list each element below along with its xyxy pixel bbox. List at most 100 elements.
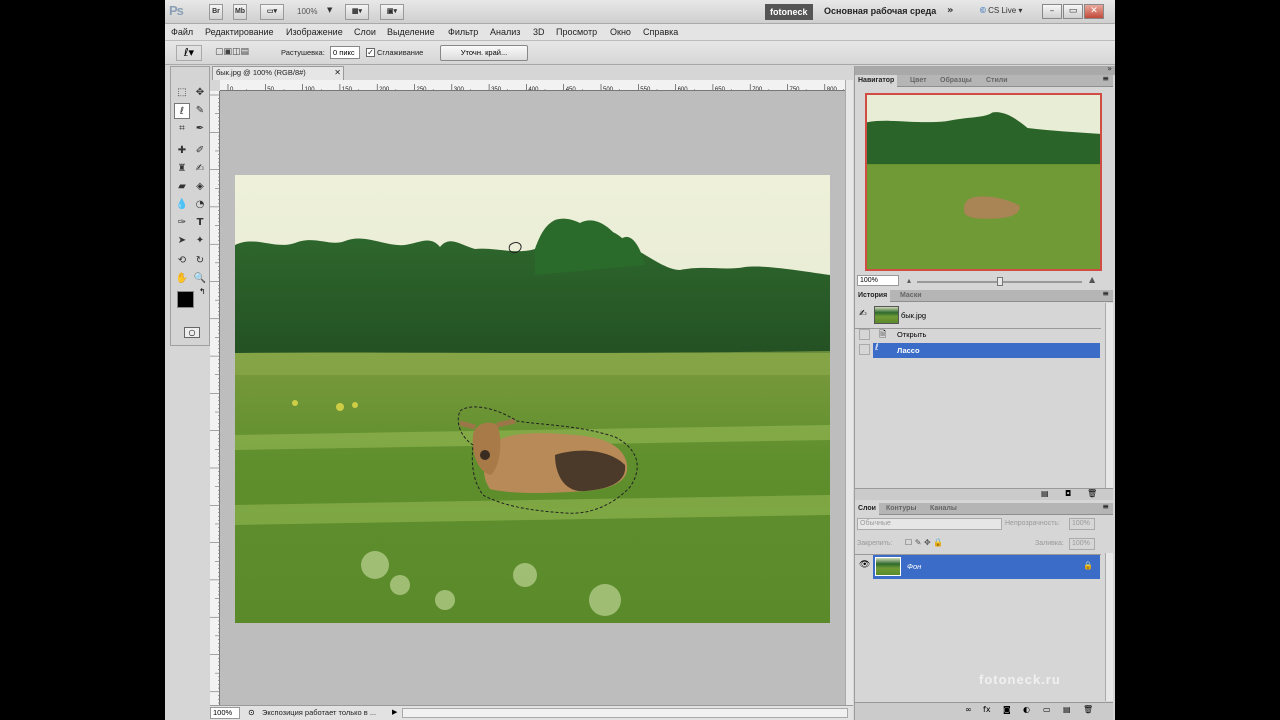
snapshot-icon[interactable]: ◘ bbox=[1065, 489, 1071, 498]
menu-file[interactable]: Файл bbox=[171, 27, 193, 37]
brush-tool-icon[interactable]: ✐ bbox=[192, 143, 208, 159]
hand-tool-icon[interactable]: ✋ bbox=[174, 271, 190, 287]
zoom-level[interactable]: 100% bbox=[297, 7, 317, 16]
panel-menu-icon[interactable]: ≡ bbox=[1102, 289, 1109, 298]
refine-edge-button[interactable]: Уточн. край... bbox=[440, 45, 528, 61]
collapse-icon[interactable]: » bbox=[1107, 64, 1112, 73]
navigator-thumbnail[interactable] bbox=[865, 93, 1102, 271]
arrange-documents-button[interactable]: ▦▾ bbox=[345, 4, 369, 20]
slider-handle[interactable] bbox=[997, 277, 1003, 286]
panel-menu-icon[interactable]: ≡ bbox=[1102, 502, 1109, 511]
chevron-down-icon[interactable]: ▼ bbox=[327, 6, 332, 14]
status-zoom-field[interactable]: 100% bbox=[210, 707, 240, 719]
zoom-in-icon[interactable]: ▲ bbox=[1089, 275, 1095, 284]
menu-3d[interactable]: 3D bbox=[533, 27, 545, 37]
menu-image[interactable]: Изображение bbox=[286, 27, 343, 37]
restore-button[interactable]: ▭ bbox=[1063, 4, 1083, 19]
dodge-tool-icon[interactable]: ◔ bbox=[192, 197, 208, 213]
adjustment-layer-icon[interactable]: ◐ bbox=[1023, 705, 1030, 714]
new-document-icon[interactable]: ▤ bbox=[1041, 489, 1049, 498]
history-scrollbar[interactable] bbox=[1105, 303, 1113, 488]
tab-paths[interactable]: Контуры bbox=[883, 503, 919, 515]
history-brush-source-icon[interactable]: ✍ bbox=[859, 309, 867, 319]
folder-icon[interactable]: ▭ bbox=[1043, 705, 1051, 714]
status-info-icon[interactable]: ⊙ bbox=[248, 708, 255, 717]
photo-cow-in-field[interactable] bbox=[235, 175, 830, 623]
feather-input[interactable]: 0 пикс bbox=[330, 46, 360, 59]
layer-style-icon[interactable]: fx bbox=[983, 705, 991, 714]
lasso-preset-icon[interactable]: ℓ▾ bbox=[176, 45, 202, 61]
tab-masks[interactable]: Маски bbox=[897, 290, 925, 302]
type-tool-icon[interactable]: T bbox=[192, 215, 208, 231]
pen-tool-icon[interactable]: ✑ bbox=[174, 215, 190, 231]
minimize-button[interactable]: – bbox=[1042, 4, 1062, 19]
zoom-tool-icon[interactable]: 🔍 bbox=[192, 271, 208, 287]
history-item[interactable]: 🗎 Открыть bbox=[855, 327, 1101, 342]
close-button[interactable]: ✕ bbox=[1084, 4, 1104, 19]
menu-edit[interactable]: Редактирование bbox=[205, 27, 274, 37]
eyedropper-tool-icon[interactable]: ✒ bbox=[192, 121, 208, 137]
screen-mode-button[interactable]: ▣▾ bbox=[380, 4, 404, 20]
fill-field[interactable]: 100% bbox=[1069, 538, 1095, 550]
horizontal-scrollbar[interactable] bbox=[402, 708, 848, 718]
menu-help[interactable]: Справка bbox=[643, 27, 678, 37]
history-item-active[interactable]: ℓ Лассо bbox=[873, 343, 1100, 358]
healing-brush-icon[interactable]: ✚ bbox=[174, 143, 190, 159]
tab-layers[interactable]: Слои bbox=[855, 503, 879, 515]
foreground-color-swatch[interactable] bbox=[177, 291, 194, 308]
tab-channels[interactable]: Каналы bbox=[927, 503, 960, 515]
menu-select[interactable]: Выделение bbox=[387, 27, 435, 37]
menu-filter[interactable]: Фильтр bbox=[448, 27, 478, 37]
antialias-checkbox[interactable]: ✓ bbox=[366, 48, 375, 57]
eye-icon[interactable]: 👁 bbox=[859, 560, 870, 570]
link-layers-icon[interactable]: ∞ bbox=[965, 705, 972, 714]
tab-history[interactable]: История bbox=[855, 290, 891, 302]
view-extras-button[interactable]: ▭▾ bbox=[260, 4, 284, 20]
clone-stamp-icon[interactable]: ♜ bbox=[174, 161, 190, 177]
history-checkbox[interactable] bbox=[859, 329, 870, 340]
lock-icons[interactable]: ☐ ✎ ✥ 🔒 bbox=[905, 538, 943, 547]
shape-tool-icon[interactable]: ✦ bbox=[192, 233, 208, 249]
close-icon[interactable]: ✕ bbox=[334, 68, 341, 77]
navigator-zoom-field[interactable]: 100% bbox=[857, 275, 899, 286]
zoom-out-icon[interactable]: ▴ bbox=[907, 276, 911, 285]
history-snapshot[interactable]: ✍ бык.jpg bbox=[855, 303, 1101, 329]
status-menu-arrow-icon[interactable]: ▶ bbox=[392, 708, 397, 716]
workspace-fotoneck[interactable]: fotoneck bbox=[765, 4, 813, 20]
lasso-tool-icon[interactable]: ℓ bbox=[174, 103, 190, 119]
menu-window[interactable]: Окно bbox=[610, 27, 631, 37]
3d-rotate-icon[interactable]: ⟲ bbox=[174, 253, 190, 269]
document-canvas[interactable] bbox=[220, 91, 845, 705]
tab-navigator[interactable]: Навигатор bbox=[855, 75, 898, 87]
blur-tool-icon[interactable]: 💧 bbox=[174, 197, 190, 213]
history-brush-icon[interactable]: ✍ bbox=[192, 161, 208, 177]
double-chevron-icon[interactable]: » bbox=[947, 5, 953, 16]
3d-orbit-icon[interactable]: ↻ bbox=[192, 253, 208, 269]
opacity-field[interactable]: 100% bbox=[1069, 518, 1095, 530]
mini-bridge-button[interactable]: Mb bbox=[233, 4, 247, 20]
menu-view[interactable]: Просмотр bbox=[556, 27, 597, 37]
workspace-essentials[interactable]: Основная рабочая среда bbox=[824, 6, 936, 16]
paint-bucket-icon[interactable]: ◈ bbox=[192, 179, 208, 195]
tab-color[interactable]: Цвет bbox=[907, 75, 930, 87]
menu-analysis[interactable]: Анализ bbox=[490, 27, 520, 37]
marquee-tool-icon[interactable]: ⬚ bbox=[174, 85, 190, 101]
trash-icon[interactable]: 🗑 bbox=[1087, 489, 1097, 498]
layer-row-background[interactable]: Фон 🔒 bbox=[873, 555, 1100, 579]
new-layer-icon[interactable]: ▤ bbox=[1063, 705, 1071, 714]
menu-layers[interactable]: Слои bbox=[354, 27, 376, 37]
layer-mask-icon[interactable]: ◙ bbox=[1003, 705, 1011, 714]
panel-menu-icon[interactable]: ≡ bbox=[1102, 74, 1109, 83]
tab-swatches[interactable]: Образцы bbox=[937, 75, 975, 87]
tab-styles[interactable]: Стили bbox=[983, 75, 1011, 87]
eraser-tool-icon[interactable]: ▰ bbox=[174, 179, 190, 195]
layers-scrollbar[interactable] bbox=[1105, 553, 1113, 701]
crop-tool-icon[interactable]: ⌗ bbox=[174, 121, 190, 137]
cs-live-button[interactable]: © CS Live ▾ bbox=[980, 6, 1022, 15]
bridge-button[interactable]: Br bbox=[209, 4, 223, 20]
path-select-icon[interactable]: ➤ bbox=[174, 233, 190, 249]
vertical-scrollbar[interactable] bbox=[845, 80, 853, 705]
blend-mode-select[interactable]: Обычные bbox=[857, 518, 1002, 530]
quick-select-tool-icon[interactable]: ✎ bbox=[192, 103, 208, 119]
trash-icon[interactable]: 🗑 bbox=[1083, 705, 1093, 714]
